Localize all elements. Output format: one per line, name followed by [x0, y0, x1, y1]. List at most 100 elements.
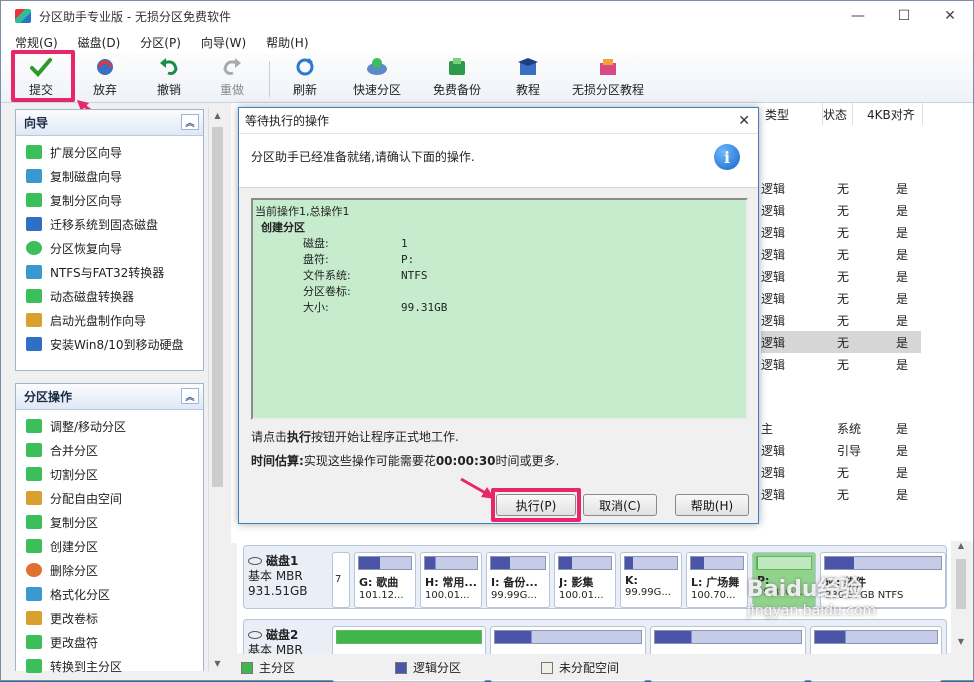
wizard-item-copy-partition[interactable]: 复制分区向导: [16, 188, 203, 212]
estimate-suffix: 时间或更多.: [495, 454, 560, 468]
wizard-panel: 向导 ︽ 扩展分区向导 复制磁盘向导 复制分区向导 迁移系统到固态磁盘 分区恢复…: [15, 109, 204, 371]
boot-cd-icon: [26, 313, 42, 327]
legend-unallocated: 未分配空间: [541, 659, 619, 676]
menu-help[interactable]: 帮助(H): [266, 34, 308, 51]
wizard-panel-header: 向导 ︽: [16, 110, 203, 136]
table-row[interactable]: 逻辑 无 是: [761, 353, 921, 375]
operations-list[interactable]: 当前操作1,总操作1 创建分区 磁盘: 1 盘符: P: 文件系统: NTFS 分区卷…: [251, 198, 748, 420]
help-button[interactable]: 帮助(H): [675, 494, 749, 516]
table-row[interactable]: 逻辑 无 是: [761, 287, 921, 309]
partition-block[interactable]: G: 歌曲 101.12...: [354, 552, 416, 608]
partition-usage-bar: [624, 556, 678, 570]
collapse-icon[interactable]: ︽: [181, 114, 199, 130]
partition-block[interactable]: 7: [332, 552, 350, 608]
menu-wizard[interactable]: 向导(W): [201, 34, 246, 51]
scroll-up-icon[interactable]: ▲: [951, 541, 971, 555]
partition-block[interactable]: K: 99.99G...: [620, 552, 682, 608]
wizard-item-dynamic-disk[interactable]: 动态磁盘转换器: [16, 284, 203, 308]
cancel-button[interactable]: 取消(C): [583, 494, 657, 516]
window-title: 分区助手专业版 - 无损分区免费软件: [39, 9, 231, 24]
table-row[interactable]: 逻辑 无 是: [761, 483, 921, 505]
wizard-list: 扩展分区向导 复制磁盘向导 复制分区向导 迁移系统到固态磁盘 分区恢复向导 NT…: [16, 136, 203, 356]
disk-map-scrollbar[interactable]: ▲ ▼: [951, 541, 971, 651]
header-type[interactable]: 类型: [761, 103, 823, 125]
lossless-tutorial-label: 无损分区教程: [572, 83, 645, 97]
op-item-resize[interactable]: 调整/移动分区: [16, 414, 203, 438]
sidebar-scrollbar[interactable]: ▲ ▼: [208, 107, 225, 671]
table-row[interactable]: 主 系统 是: [761, 417, 921, 439]
scroll-up-icon[interactable]: ▲: [209, 107, 226, 123]
menu-general[interactable]: 常规(G): [15, 34, 58, 51]
table-row[interactable]: 逻辑 无 是: [761, 243, 921, 265]
op-item-drive-letter[interactable]: 更改盘符: [16, 630, 203, 654]
table-row[interactable]: 逻辑 引导 是: [761, 439, 921, 461]
wizard-item-recovery[interactable]: 分区恢复向导: [16, 236, 203, 260]
redo-button[interactable]: 重做: [220, 57, 244, 98]
dialog-message-area: 分区助手已经准备就绪,请确认下面的操作. i: [239, 134, 758, 188]
cell-type: 逻辑: [761, 182, 786, 196]
discard-button[interactable]: 放弃: [93, 57, 117, 98]
partition-block[interactable]: H: 常用... 100.01...: [420, 552, 482, 608]
op-field-key: 磁盘:: [303, 237, 329, 250]
cell-type: 逻辑: [761, 292, 786, 306]
delete-icon: [26, 563, 42, 577]
wizard-item-ntfs-fat32[interactable]: NTFS与FAT32转换器: [16, 260, 203, 284]
op-item-merge[interactable]: 合并分区: [16, 438, 203, 462]
minimize-button[interactable]: —: [835, 1, 881, 31]
menu-partition[interactable]: 分区(P): [140, 34, 181, 51]
merge-icon: [26, 443, 42, 457]
scroll-thumb[interactable]: [212, 127, 223, 487]
table-row[interactable]: 逻辑 无 是: [761, 265, 921, 287]
wizard-item-extend[interactable]: 扩展分区向导: [16, 140, 203, 164]
op-item-label: 调整/移动分区: [50, 419, 127, 434]
wizard-item-boot-cd[interactable]: 启动光盘制作向导: [16, 308, 203, 332]
partition-block[interactable]: J: 影集 100.01...: [554, 552, 616, 608]
migrate-os-icon: [26, 217, 42, 231]
cell-status: 无: [837, 204, 850, 218]
table-row[interactable]: 逻辑 无 是: [761, 309, 921, 331]
quick-partition-icon: [366, 57, 388, 77]
op-item-format[interactable]: 格式化分区: [16, 582, 203, 606]
dialog-title: 等待执行的操作: [245, 114, 330, 128]
partition-usage-bar: [490, 556, 546, 570]
cell-type: 逻辑: [761, 270, 786, 284]
op-item-delete[interactable]: 删除分区: [16, 558, 203, 582]
op-field-row: 盘符: P:: [255, 252, 744, 268]
tutorial-button[interactable]: 教程: [516, 57, 540, 98]
partition-block[interactable]: L: 广场舞 100.70...: [686, 552, 748, 608]
close-button[interactable]: ✕: [927, 1, 973, 31]
collapse-icon[interactable]: ︽: [181, 388, 199, 404]
dialog-close-icon[interactable]: ✕: [738, 113, 750, 129]
scroll-down-icon[interactable]: ▼: [209, 655, 226, 671]
refresh-button[interactable]: 刷新: [293, 57, 317, 98]
scroll-down-icon[interactable]: ▼: [951, 637, 971, 651]
header-4kb-align[interactable]: 4KB对齐: [863, 103, 923, 125]
wizard-item-win-to-go[interactable]: 安装Win8/10到移动硬盘: [16, 332, 203, 356]
op-item-split[interactable]: 切割分区: [16, 462, 203, 486]
maximize-button[interactable]: ☐: [881, 1, 927, 31]
op-item-to-primary[interactable]: 转换到主分区: [16, 654, 203, 678]
free-backup-button[interactable]: 免费备份: [433, 57, 481, 98]
partition-usage-bar: [690, 556, 744, 570]
wizard-item-migrate-os[interactable]: 迁移系统到固态磁盘: [16, 212, 203, 236]
disk-2[interactable]: 磁盘2 基本 MBR: [243, 619, 947, 682]
table-row[interactable]: 逻辑 无 是: [761, 177, 921, 199]
lossless-tutorial-button[interactable]: 无损分区教程: [572, 57, 644, 98]
time-estimate: 时间估算:实现这些操作可能需要花00:00:30时间或更多.: [251, 452, 559, 469]
op-item-copy[interactable]: 复制分区: [16, 510, 203, 534]
quick-partition-button[interactable]: 快速分区: [353, 57, 401, 98]
table-row[interactable]: 逻辑 无 是: [761, 461, 921, 483]
scroll-thumb[interactable]: [956, 559, 966, 609]
menu-disk[interactable]: 磁盘(D): [78, 34, 121, 51]
header-status[interactable]: 状态: [823, 103, 853, 125]
table-row[interactable]: 逻辑 无 是: [761, 199, 921, 221]
undo-button[interactable]: 撤销: [157, 57, 181, 98]
op-item-label-change[interactable]: 更改卷标: [16, 606, 203, 630]
op-item-allocate[interactable]: 分配自由空间: [16, 486, 203, 510]
wizard-item-copy-disk[interactable]: 复制磁盘向导: [16, 164, 203, 188]
wizard-item-label: 分区恢复向导: [50, 241, 123, 256]
op-item-create[interactable]: 创建分区: [16, 534, 203, 558]
table-row[interactable]: 逻辑 无 是: [761, 331, 921, 353]
partition-block[interactable]: I: 备份... 99.99G...: [486, 552, 550, 608]
table-row[interactable]: 逻辑 无 是: [761, 221, 921, 243]
